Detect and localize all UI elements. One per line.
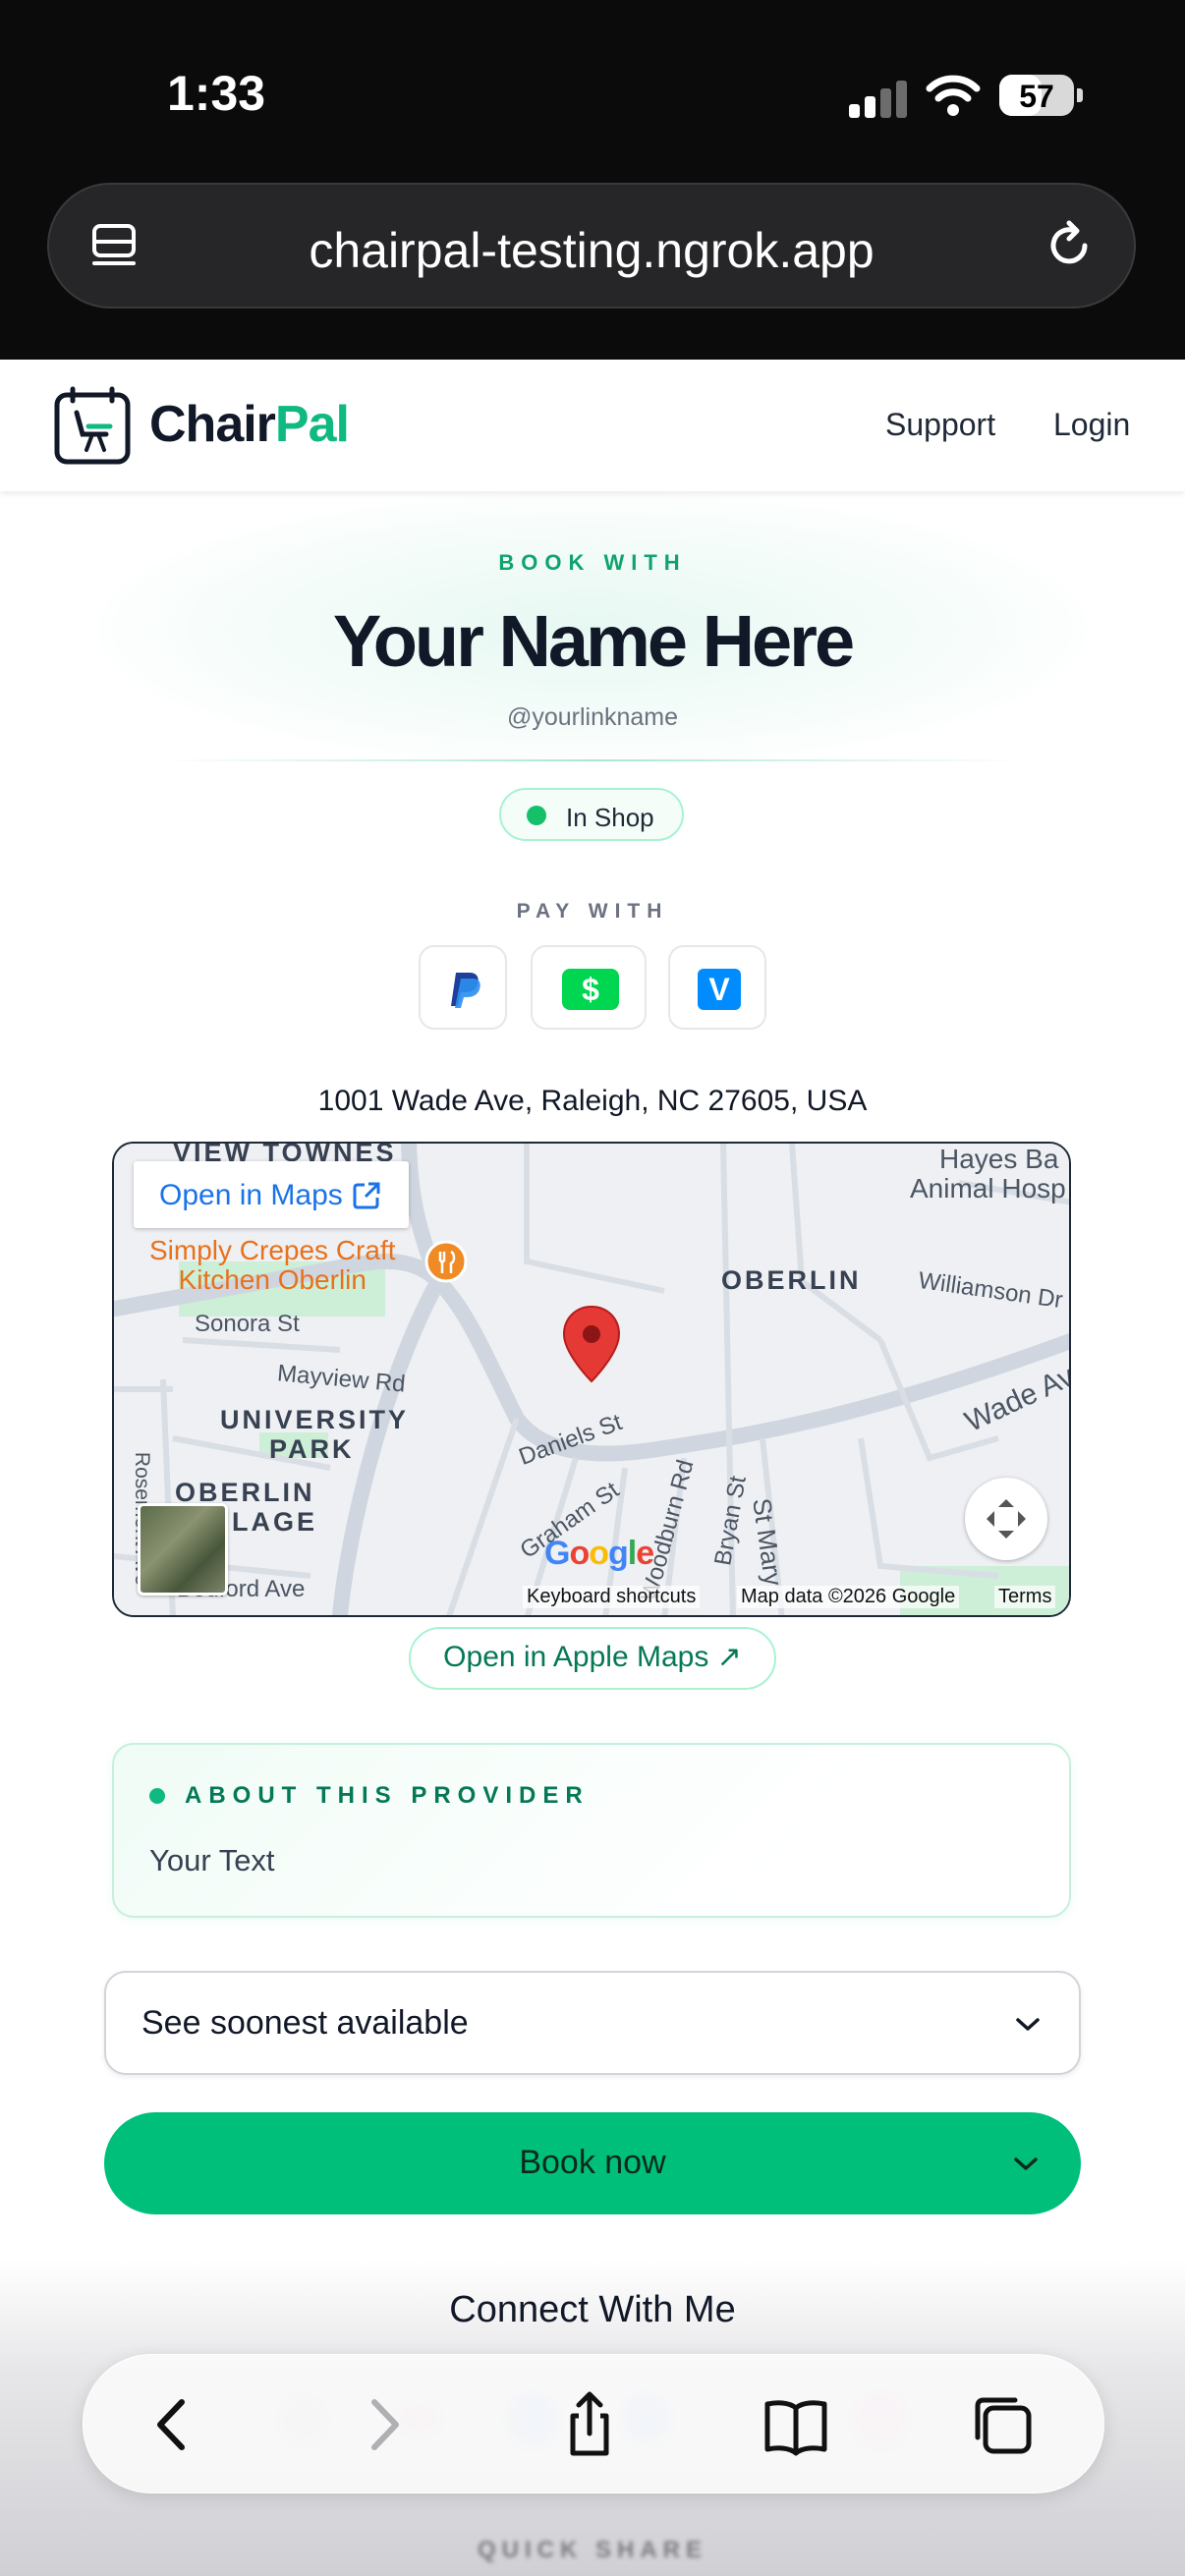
browser-toolbar xyxy=(83,2354,1104,2493)
status-text: In Shop xyxy=(566,803,654,832)
back-icon[interactable] xyxy=(139,2390,207,2459)
provider-address: 1001 Wade Ave, Raleigh, NC 27605, USA xyxy=(317,1085,868,1117)
about-card: ABOUT THIS PROVIDER Your Text xyxy=(112,1743,1071,1918)
brand-name[interactable]: ChairPal xyxy=(149,395,350,454)
quick-share-label: QUICK SHARE xyxy=(477,2537,707,2563)
provider-name: Your Name Here xyxy=(332,600,855,682)
restaurant-pin-icon[interactable] xyxy=(424,1240,468,1289)
about-title: ABOUT THIS PROVIDER xyxy=(185,1782,590,1809)
availability-select-label: See soonest available xyxy=(141,2004,469,2042)
url-text[interactable]: chairpal-testing.ngrok.app xyxy=(49,222,1134,279)
connect-title: Connect With Me xyxy=(449,2289,736,2330)
cellular-signal-icon xyxy=(849,79,908,118)
map-label: OBERLIN xyxy=(721,1265,862,1295)
fullscreen-icon xyxy=(987,1499,1026,1539)
tabs-icon[interactable] xyxy=(968,2390,1037,2459)
status-time: 1:33 xyxy=(167,66,266,121)
status-badge: In Shop xyxy=(499,788,684,841)
book-with-label: BOOK WITH xyxy=(498,550,687,575)
book-now-label: Book now xyxy=(519,2144,666,2181)
fullscreen-button[interactable] xyxy=(965,1478,1047,1560)
app-header: ChairPal Support Login xyxy=(0,360,1185,491)
nav-support-link[interactable]: Support xyxy=(885,407,995,443)
keyboard-shortcuts-link[interactable]: Keyboard shortcuts xyxy=(523,1586,701,1608)
battery-level: 57 xyxy=(1019,79,1054,114)
map-label: Animal Hosp xyxy=(910,1173,1066,1204)
browser-chrome: 1:33 57 chairpal-testing.ngrok.app xyxy=(0,0,1185,360)
open-in-apple-maps-button[interactable]: Open in Apple Maps ↗ xyxy=(409,1627,776,1690)
wifi-icon xyxy=(926,75,981,116)
google-logo: Google xyxy=(544,1535,654,1572)
about-body: Your Text xyxy=(149,1843,275,1877)
book-now-button[interactable]: Book now xyxy=(104,2112,1081,2214)
chevron-down-icon xyxy=(1016,2018,1040,2031)
provider-handle: @yourlinkname xyxy=(506,703,679,731)
pay-with-label: PAY WITH xyxy=(516,900,669,923)
embedded-map[interactable]: VIEW TOWNES Hayes Ba Animal Hosp OBERLIN… xyxy=(112,1142,1071,1617)
forward-icon[interactable] xyxy=(349,2390,418,2459)
external-link-icon xyxy=(353,1182,380,1209)
reload-icon[interactable] xyxy=(1042,218,1097,273)
map-label: UNIVERSITY xyxy=(220,1405,410,1434)
about-dot-icon xyxy=(149,1788,165,1804)
map-data-attribution: Map data ©2026 Google xyxy=(737,1586,960,1608)
location-pin-icon xyxy=(562,1305,621,1383)
cashapp-button[interactable]: $ xyxy=(531,945,647,1030)
map-label: LAGE xyxy=(232,1507,318,1537)
terms-link[interactable]: Terms xyxy=(994,1586,1056,1608)
map-label: Hayes Ba xyxy=(939,1144,1059,1174)
map-label: Sonora St xyxy=(195,1311,300,1337)
address-bar[interactable]: chairpal-testing.ngrok.app xyxy=(47,183,1136,308)
map-label: PARK xyxy=(269,1434,355,1464)
paypal-icon xyxy=(451,973,480,1008)
venmo-icon: V xyxy=(698,969,741,1010)
bookmarks-icon[interactable] xyxy=(762,2390,830,2459)
share-icon[interactable] xyxy=(555,2390,624,2459)
open-in-maps-button[interactable]: Open in Maps xyxy=(134,1161,409,1228)
availability-select[interactable]: See soonest available xyxy=(104,1971,1081,2075)
hero-divider xyxy=(157,759,1028,761)
satellite-toggle[interactable] xyxy=(138,1503,228,1596)
cashapp-icon: $ xyxy=(562,969,619,1010)
status-dot-icon xyxy=(527,806,546,825)
venmo-button[interactable]: V xyxy=(668,945,766,1030)
poi-label[interactable]: Simply Crepes Craft Kitchen Oberlin xyxy=(149,1236,396,1295)
chairpal-logo-icon[interactable] xyxy=(53,385,132,466)
battery-icon: 57 xyxy=(999,75,1083,116)
nav-login-link[interactable]: Login xyxy=(1053,407,1130,443)
paypal-button[interactable] xyxy=(419,945,507,1030)
chevron-down-icon xyxy=(1014,2157,1038,2170)
